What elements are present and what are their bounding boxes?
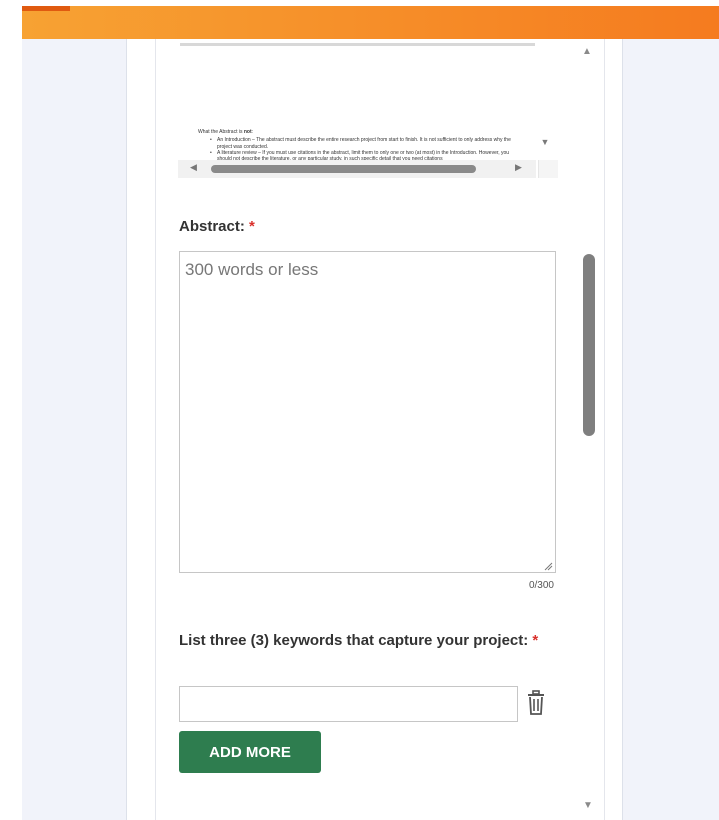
inner-border [604,39,605,820]
trash-icon[interactable] [526,690,546,716]
scrollbar-corner [538,160,558,178]
header-bar [22,6,719,39]
abstract-textarea[interactable] [179,251,556,573]
card-border [126,39,127,820]
required-marker: * [249,218,255,235]
add-more-button[interactable]: ADD MORE [179,731,321,773]
document-bullet: An Introduction – The abstract must desc… [198,137,518,150]
document-preview[interactable]: What the Abstract is not: An Introductio… [178,39,558,179]
resize-handle-icon[interactable] [543,561,553,571]
keyword-input[interactable] [179,686,518,722]
page-scroll-thumb[interactable] [583,254,595,436]
header-accent [22,6,70,11]
document-heading: What the Abstract is not: [198,129,254,135]
page-scroll-up-icon[interactable]: ▲ [582,46,592,57]
required-marker: * [532,632,539,649]
scroll-right-icon[interactable]: ▶ [515,162,522,173]
inner-border [155,39,156,820]
word-counter: 0/300 [528,580,554,591]
abstract-label: Abstract: * [179,218,255,235]
page-scroll-down-icon[interactable]: ▼ [583,800,593,811]
keywords-label: List three (3) keywords that capture you… [179,632,539,649]
scroll-left-icon[interactable]: ◀ [190,162,197,173]
document-page: What the Abstract is not: An Introductio… [198,129,518,162]
right-gutter [623,39,719,820]
preview-scroll-down-icon[interactable]: ▼ [538,137,552,151]
left-gutter [22,39,126,820]
card-border [622,39,623,820]
horizontal-scroll-thumb[interactable] [211,165,476,173]
preview-horizontal-scrollbar[interactable]: ◀ ▶ [178,160,536,178]
document-page-edge [180,43,535,46]
